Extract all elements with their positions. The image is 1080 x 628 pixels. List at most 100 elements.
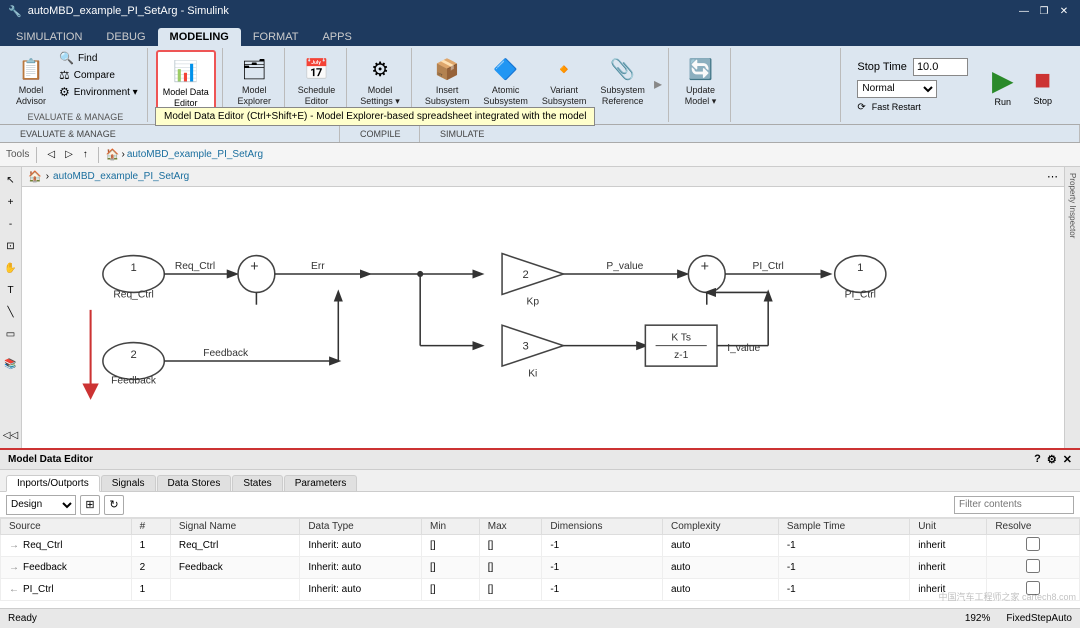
sidebar-fit-btn[interactable]: ⊡ bbox=[2, 237, 20, 255]
insert-subsystem-btn[interactable]: 📦 InsertSubsystem bbox=[420, 50, 475, 110]
property-inspector-tab[interactable]: Property Inspector bbox=[1065, 167, 1080, 244]
app-icon: 🔧 bbox=[8, 5, 22, 18]
sidebar-lib-btn[interactable]: 📚 bbox=[2, 355, 20, 373]
svg-text:Ki: Ki bbox=[528, 368, 537, 379]
schedule-editor-btn[interactable]: 📅 ScheduleEditor bbox=[293, 50, 341, 110]
toolbar-forward-btn[interactable]: ▷ bbox=[62, 148, 76, 161]
compare-btn[interactable]: ⚖ Compare bbox=[56, 67, 141, 83]
col-resolve: Resolve bbox=[987, 519, 1080, 535]
model-advisor-icon: 📋 bbox=[15, 53, 47, 85]
panel-settings-btn[interactable]: ⚙ bbox=[1047, 453, 1057, 466]
atomic-subsystem-icon: 🔷 bbox=[490, 53, 522, 85]
tab-apps[interactable]: APPS bbox=[310, 28, 363, 46]
subsystem-reference-btn[interactable]: 📎 SubsystemReference bbox=[595, 50, 650, 110]
model-explorer-btn[interactable]: 🗂 ModelExplorer bbox=[232, 50, 276, 110]
cell-sample-time: -1 bbox=[778, 579, 909, 601]
cell-sample-time: -1 bbox=[778, 557, 909, 579]
panel-icon-btn-2[interactable]: ↻ bbox=[104, 495, 124, 515]
sidebar-collapse-btn[interactable]: ◁◁ bbox=[2, 426, 20, 444]
cell-resolve[interactable] bbox=[987, 557, 1080, 579]
panel-help-btn[interactable]: ? bbox=[1034, 453, 1041, 466]
stop-btn[interactable]: ■ Stop bbox=[1025, 60, 1060, 110]
sidebar-zoom-out-btn[interactable]: - bbox=[2, 215, 20, 233]
panel-icon-btn-1[interactable]: ⊞ bbox=[80, 495, 100, 515]
svg-text:Feedback: Feedback bbox=[111, 376, 157, 387]
resolve-checkbox[interactable] bbox=[1026, 581, 1040, 595]
status-bar: Ready 192% FixedStepAuto bbox=[0, 608, 1080, 628]
sidebar-area-btn[interactable]: ▭ bbox=[2, 325, 20, 343]
tab-inports-outports[interactable]: Inports/Outports bbox=[6, 475, 100, 492]
model-explorer-icon: 🗂 bbox=[238, 53, 270, 85]
cell-data-type: Inherit: auto bbox=[300, 535, 422, 557]
tab-debug[interactable]: DEBUG bbox=[94, 28, 157, 46]
tab-states[interactable]: States bbox=[232, 475, 282, 491]
sidebar-line-btn[interactable]: ╲ bbox=[2, 303, 20, 321]
ready-status: Ready bbox=[8, 613, 37, 624]
tab-format[interactable]: FORMAT bbox=[241, 28, 311, 46]
tab-signals[interactable]: Signals bbox=[101, 475, 156, 491]
svg-text:Req_Ctrl: Req_Ctrl bbox=[175, 261, 215, 272]
atomic-subsystem-btn[interactable]: 🔷 AtomicSubsystem bbox=[478, 50, 533, 110]
fast-restart-label: Fast Restart bbox=[872, 102, 921, 112]
restore-btn[interactable]: ❐ bbox=[1036, 3, 1052, 19]
simulation-mode-select[interactable]: Normal bbox=[857, 80, 937, 98]
cell-resolve[interactable] bbox=[987, 579, 1080, 601]
run-btn[interactable]: ▶ Run bbox=[984, 60, 1022, 111]
model-data-editor-btn[interactable]: 📊 Model DataEditor bbox=[156, 50, 216, 114]
svg-text:K Ts: K Ts bbox=[671, 333, 691, 344]
menu-tabs: SIMULATION DEBUG MODELING FORMAT APPS bbox=[0, 22, 1080, 46]
variant-subsystem-btn[interactable]: 🔸 VariantSubsystem bbox=[537, 50, 592, 110]
cell-resolve[interactable] bbox=[987, 535, 1080, 557]
nav-more-icon[interactable]: ⋯ bbox=[1047, 170, 1058, 183]
model-advisor-btn[interactable]: 📋 ModelAdvisor bbox=[10, 50, 52, 110]
cell-dimensions: -1 bbox=[542, 535, 663, 557]
cell-signal-name: Feedback bbox=[170, 557, 299, 579]
insert-subsystem-icon: 📦 bbox=[431, 53, 463, 85]
cell-unit: inherit bbox=[910, 535, 987, 557]
table-body: →Req_Ctrl 1 Req_Ctrl Inherit: auto [] []… bbox=[1, 535, 1080, 601]
fixed-step-label: FixedStepAuto bbox=[1006, 613, 1072, 624]
filter-input[interactable] bbox=[954, 496, 1074, 514]
toolbar-up-btn[interactable]: ↑ bbox=[80, 148, 91, 161]
sidebar-text-btn[interactable]: T bbox=[2, 281, 20, 299]
nav-model-name[interactable]: autoMBD_example_PI_SetArg bbox=[53, 171, 189, 182]
stop-time-row: Stop Time bbox=[857, 58, 968, 76]
window-controls: — ❐ ✕ bbox=[1016, 3, 1072, 19]
close-btn[interactable]: ✕ bbox=[1056, 3, 1072, 19]
cell-complexity: auto bbox=[663, 579, 779, 601]
subsystem-reference-label: SubsystemReference bbox=[600, 85, 645, 107]
resolve-checkbox[interactable] bbox=[1026, 559, 1040, 573]
stop-label: Stop bbox=[1033, 96, 1052, 106]
section-evaluate: EVALUATE & MANAGE bbox=[0, 125, 340, 142]
sidebar-zoom-in-btn[interactable]: + bbox=[2, 193, 20, 211]
toolbar-back-btn[interactable]: ◁ bbox=[44, 148, 58, 161]
diagram-svg: 1 Req_Ctrl Req_Ctrl + Err 2 Kp bbox=[22, 187, 1064, 448]
fast-restart-row: ⟳ Fast Restart bbox=[857, 102, 968, 113]
stop-time-input[interactable] bbox=[913, 58, 968, 76]
canvas-section: ↖ + - ⊡ ✋ T ╲ ▭ 📚 ◁◁ 🏠 › autoMBD_example… bbox=[0, 167, 1080, 448]
subsystem-more-btn[interactable]: ▸ bbox=[654, 74, 662, 94]
svg-text:3: 3 bbox=[522, 341, 528, 353]
tab-data-stores[interactable]: Data Stores bbox=[157, 475, 232, 491]
cell-complexity: auto bbox=[663, 535, 779, 557]
environment-btn[interactable]: ⚙ Environment ▾ bbox=[56, 84, 141, 100]
sidebar-select-btn[interactable]: ↖ bbox=[2, 171, 20, 189]
cell-source: ←PI_Ctrl bbox=[1, 579, 132, 601]
minimize-btn[interactable]: — bbox=[1016, 3, 1032, 19]
tab-parameters[interactable]: Parameters bbox=[284, 475, 358, 491]
design-select[interactable]: Design bbox=[6, 495, 76, 515]
model-settings-btn[interactable]: ⚙ ModelSettings ▾ bbox=[355, 50, 405, 110]
breadcrumb-model-name[interactable]: autoMBD_example_PI_SetArg bbox=[127, 149, 263, 160]
title-bar: 🔧 autoMBD_example_PI_SetArg - Simulink —… bbox=[0, 0, 1080, 22]
find-btn[interactable]: 🔍 Find bbox=[56, 50, 141, 66]
resolve-checkbox[interactable] bbox=[1026, 537, 1040, 551]
cell-unit: inherit bbox=[910, 557, 987, 579]
sidebar-pan-btn[interactable]: ✋ bbox=[2, 259, 20, 277]
col-signal-name: Signal Name bbox=[170, 519, 299, 535]
cell-min: [] bbox=[422, 535, 480, 557]
panel-close-btn[interactable]: ✕ bbox=[1063, 453, 1072, 466]
tab-modeling[interactable]: MODELING bbox=[158, 28, 241, 46]
update-model-btn[interactable]: 🔄 UpdateModel ▾ bbox=[679, 50, 721, 110]
tab-simulation[interactable]: SIMULATION bbox=[4, 28, 94, 46]
col-unit: Unit bbox=[910, 519, 987, 535]
